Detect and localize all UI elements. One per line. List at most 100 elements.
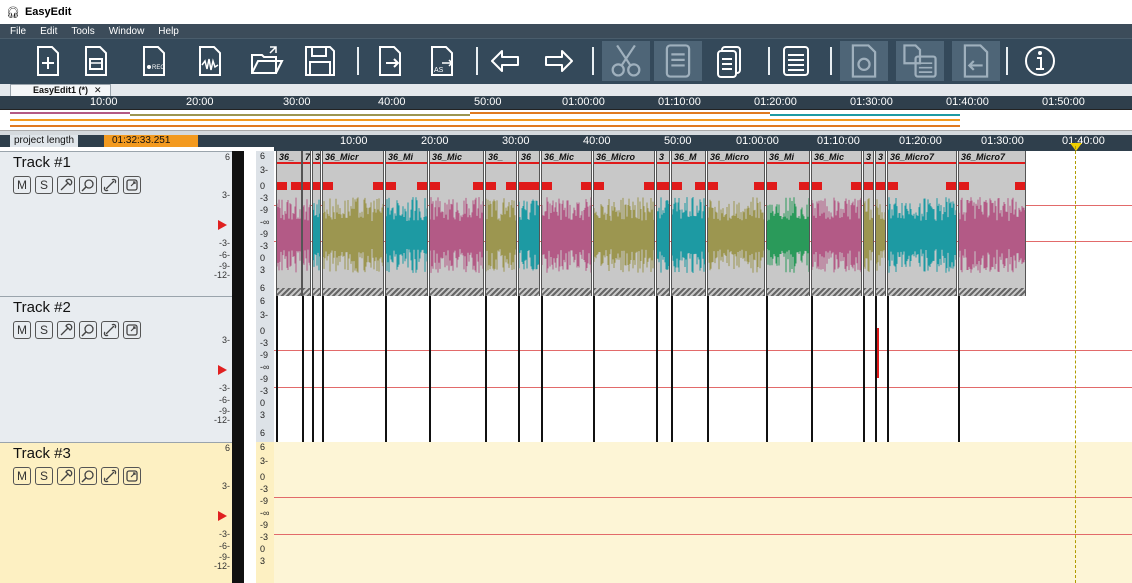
- new-from-template-button[interactable]: [78, 43, 114, 79]
- fade-handle[interactable]: [529, 182, 539, 190]
- undo-button[interactable]: [488, 43, 524, 79]
- audio-clip[interactable]: 36_Mic: [541, 151, 592, 296]
- track-search-button[interactable]: [79, 321, 97, 339]
- link-button[interactable]: [101, 176, 119, 194]
- clip-edit-button[interactable]: [123, 467, 141, 485]
- audio-clip[interactable]: 36_M: [671, 151, 706, 296]
- audio-clip[interactable]: 36_Mic: [429, 151, 484, 296]
- clip-volume-line[interactable]: [386, 162, 427, 164]
- solo-button[interactable]: S: [35, 321, 53, 339]
- save-button[interactable]: [302, 43, 338, 79]
- timeline-ruler[interactable]: 10:00 20:00 30:00 40:00 50:00 01:00:00 0…: [274, 135, 1132, 151]
- paste-overlap-button[interactable]: [896, 41, 944, 81]
- clip-volume-line[interactable]: [708, 162, 764, 164]
- clip-edit-button[interactable]: [123, 176, 141, 194]
- mute-button[interactable]: M: [13, 321, 31, 339]
- import-audio-button[interactable]: [192, 43, 228, 79]
- fade-handle[interactable]: [277, 182, 287, 190]
- record-button[interactable]: REC: [136, 43, 172, 79]
- export-button[interactable]: [372, 43, 408, 79]
- fade-handle[interactable]: [486, 182, 496, 190]
- menu-help[interactable]: Help: [158, 26, 179, 37]
- cut-button[interactable]: [602, 41, 650, 81]
- fade-handle[interactable]: [291, 182, 301, 190]
- audio-clip[interactable]: 3: [312, 151, 321, 296]
- audio-clip[interactable]: 36_: [276, 151, 302, 296]
- audio-clip[interactable]: 36_Micr: [322, 151, 384, 296]
- clip-volume-line[interactable]: [959, 162, 1025, 164]
- fade-handle[interactable]: [313, 182, 320, 190]
- solo-button[interactable]: S: [35, 467, 53, 485]
- track-search-button[interactable]: [79, 467, 97, 485]
- audio-clip[interactable]: 36_Mic: [811, 151, 862, 296]
- track-header-1[interactable]: Track #1 M S 6 3- -3- -6- -9- -12-: [0, 151, 232, 296]
- audio-clip[interactable]: 36_Mi: [385, 151, 428, 296]
- record-arm-button[interactable]: [57, 176, 75, 194]
- clip-volume-line[interactable]: [519, 162, 539, 164]
- fade-handle[interactable]: [767, 182, 777, 190]
- clip-edit-button[interactable]: [123, 321, 141, 339]
- fade-handle[interactable]: [506, 182, 516, 190]
- menu-window[interactable]: Window: [109, 26, 145, 37]
- clip-volume-line[interactable]: [876, 162, 885, 164]
- audio-clip[interactable]: 36_Micro7: [958, 151, 1026, 296]
- menu-tools[interactable]: Tools: [71, 26, 94, 37]
- fade-handle[interactable]: [695, 182, 705, 190]
- solo-button[interactable]: S: [35, 176, 53, 194]
- fade-handle[interactable]: [430, 182, 440, 190]
- tab-easyedit1[interactable]: EasyEdit1 (*) ✕: [10, 84, 111, 96]
- clip-volume-line[interactable]: [888, 162, 956, 164]
- track-lane-2[interactable]: [274, 296, 1132, 442]
- fade-handle[interactable]: [303, 182, 310, 190]
- audio-clip[interactable]: 36_Micro: [707, 151, 765, 296]
- clip-volume-line[interactable]: [303, 162, 310, 164]
- audio-clip[interactable]: 3: [875, 151, 886, 296]
- clip-volume-line[interactable]: [672, 162, 705, 164]
- fade-handle[interactable]: [799, 182, 809, 190]
- volume-marker[interactable]: [218, 365, 227, 375]
- fade-handle[interactable]: [323, 182, 333, 190]
- link-button[interactable]: [101, 321, 119, 339]
- fade-handle[interactable]: [581, 182, 591, 190]
- audio-clip[interactable]: 7: [302, 151, 311, 296]
- new-project-button[interactable]: [30, 43, 66, 79]
- fade-handle[interactable]: [473, 182, 483, 190]
- clip-volume-line[interactable]: [657, 162, 669, 164]
- fade-handle[interactable]: [876, 182, 885, 190]
- fade-handle[interactable]: [594, 182, 604, 190]
- menu-file[interactable]: File: [10, 26, 26, 37]
- clip-volume-line[interactable]: [864, 162, 873, 164]
- mute-button[interactable]: M: [13, 467, 31, 485]
- fade-handle[interactable]: [672, 182, 682, 190]
- clip-volume-line[interactable]: [767, 162, 809, 164]
- fade-handle[interactable]: [959, 182, 969, 190]
- track-header-2[interactable]: Track #2 M S 3- -3- -6- -9- -12-: [0, 296, 232, 442]
- close-icon[interactable]: ✕: [94, 85, 102, 96]
- track-lane-1[interactable]: 36_ 7 3 36_Micr 36_Mi 36_Mic 36_ 36 36_Mic 36_Mic…: [274, 151, 1132, 296]
- fade-handle[interactable]: [542, 182, 552, 190]
- fade-handle[interactable]: [851, 182, 861, 190]
- import-clip-button[interactable]: [952, 41, 1000, 81]
- track-search-button[interactable]: [79, 176, 97, 194]
- overview-strip[interactable]: [0, 109, 1132, 131]
- fade-handle[interactable]: [373, 182, 383, 190]
- fade-handle[interactable]: [417, 182, 427, 190]
- audio-clip[interactable]: 36_: [485, 151, 517, 296]
- audio-clip[interactable]: 36_Micro: [593, 151, 655, 296]
- clip-volume-line[interactable]: [486, 162, 516, 164]
- audio-clip[interactable]: 3: [656, 151, 670, 296]
- clip-volume-line[interactable]: [323, 162, 383, 164]
- copy-button[interactable]: [654, 41, 702, 81]
- volume-marker[interactable]: [218, 220, 227, 230]
- clip-volume-line[interactable]: [430, 162, 483, 164]
- overview-ruler[interactable]: 10:00 20:00 30:00 40:00 50:00 01:00:00 0…: [0, 96, 1132, 109]
- record-arm-button[interactable]: [57, 467, 75, 485]
- fade-handle[interactable]: [754, 182, 764, 190]
- fade-handle[interactable]: [946, 182, 956, 190]
- audio-clip[interactable]: 36_Micro7: [887, 151, 957, 296]
- fade-handle[interactable]: [1015, 182, 1025, 190]
- track-lane-3[interactable]: [274, 442, 1132, 583]
- redo-button[interactable]: [540, 43, 576, 79]
- volume-marker[interactable]: [218, 511, 227, 521]
- clip-volume-line[interactable]: [313, 162, 320, 164]
